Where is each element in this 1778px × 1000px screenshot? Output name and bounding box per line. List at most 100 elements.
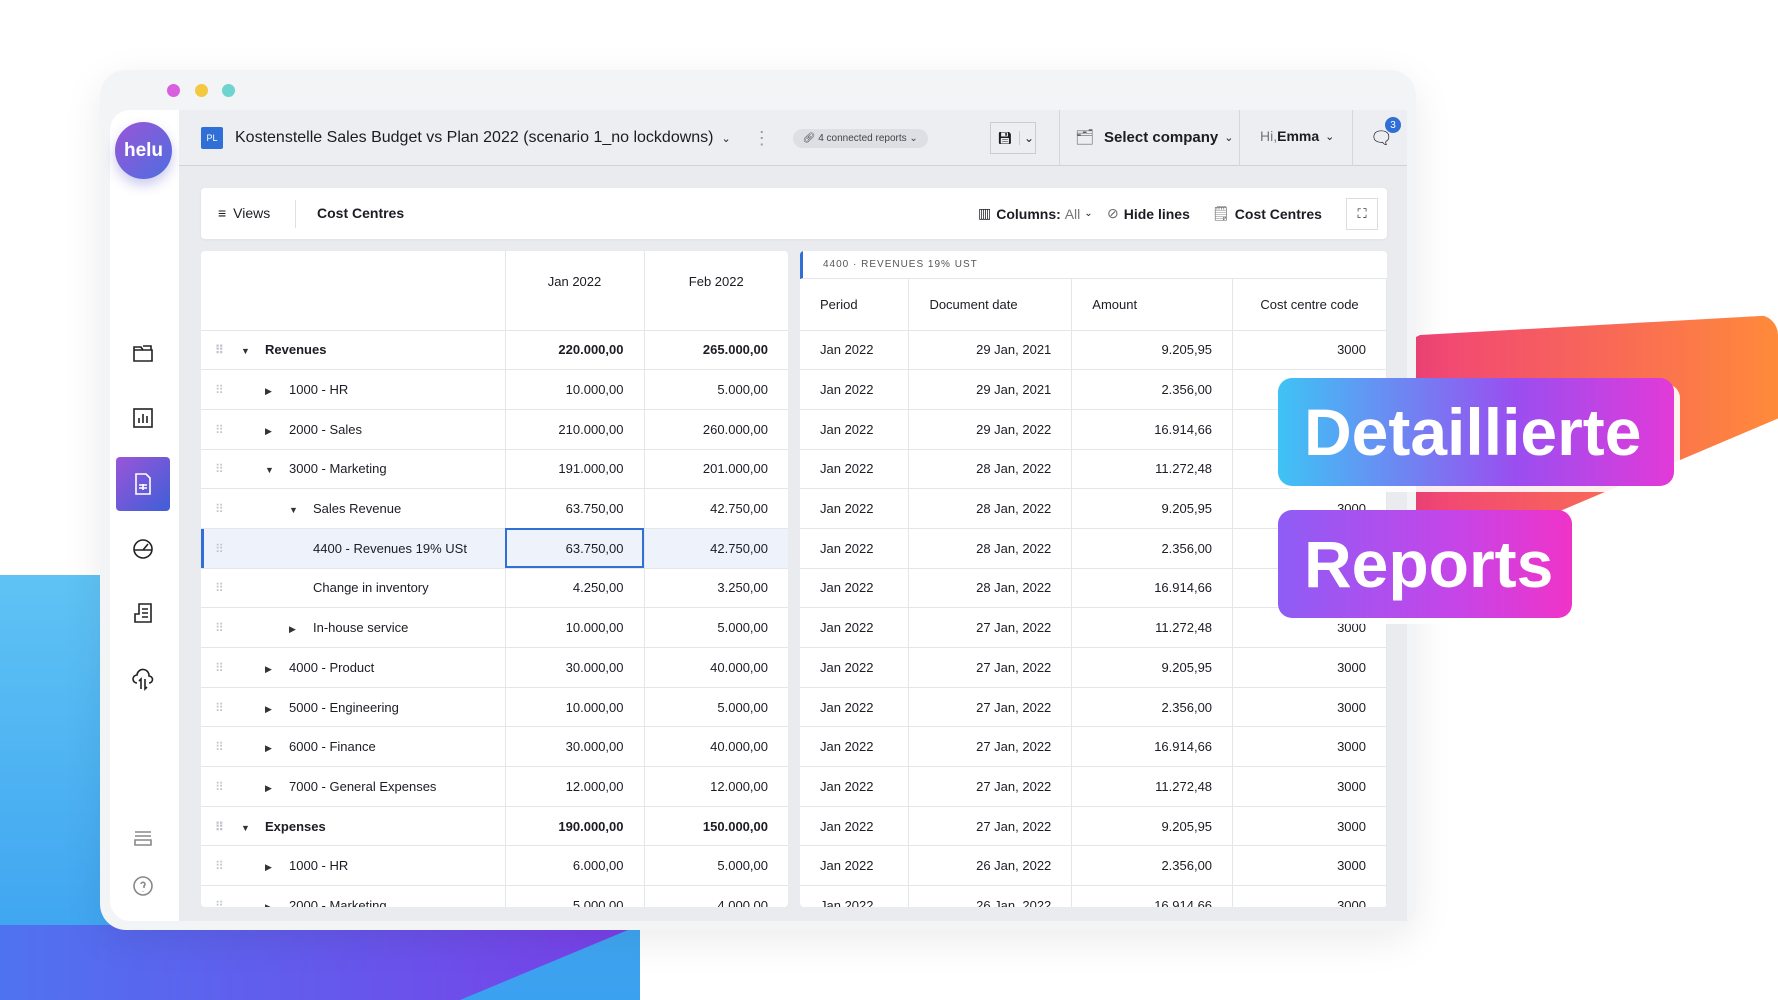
cost-centres-button[interactable]: 🗒︎ Cost Centres [1212, 205, 1322, 222]
caret-down-icon[interactable]: ▼ [241, 346, 255, 356]
cell-jan[interactable]: 12.000,00 [505, 766, 645, 807]
table-row[interactable]: ⠿ ▶ 1000 - HR 6.000,00 5.000,00 [201, 845, 788, 887]
cell-feb[interactable]: 40.000,00 [644, 647, 788, 688]
caret-down-icon[interactable]: ▼ [265, 465, 279, 475]
drag-handle-icon[interactable]: ⠿ [215, 383, 241, 397]
table-row[interactable]: Jan 2022 29 Jan, 2021 9.205,95 3000 [800, 330, 1387, 371]
drag-handle-icon[interactable]: ⠿ [215, 343, 241, 357]
table-row[interactable]: ⠿ ▼ Revenues 220.000,00 265.000,00 [201, 330, 788, 371]
column-header-period[interactable]: Period [800, 279, 910, 331]
column-header-feb[interactable]: Feb 2022 [644, 251, 788, 331]
cell-jan[interactable]: 220.000,00 [505, 330, 645, 371]
cell-feb[interactable]: 201.000,00 [644, 449, 788, 490]
cell-jan[interactable]: 63.750,00 [505, 528, 645, 569]
drag-handle-icon[interactable]: ⠿ [215, 899, 241, 907]
inbox-icon[interactable] [126, 821, 160, 855]
table-row[interactable]: ⠿ ▶ 2000 - Marketing 5.000,00 4.000,00 [201, 885, 788, 907]
cell-jan[interactable]: 191.000,00 [505, 449, 645, 490]
drag-handle-icon[interactable]: ⠿ [215, 502, 241, 516]
table-row[interactable]: Jan 2022 27 Jan, 2022 9.205,95 3000 [800, 806, 1387, 847]
user-menu[interactable]: Hi, Emma ⌄ [1260, 128, 1334, 144]
table-row[interactable]: ⠿ ▶ 1000 - HR 10.000,00 5.000,00 [201, 369, 788, 410]
drag-handle-icon[interactable]: ⠿ [215, 581, 241, 595]
column-header-cost-centre-code[interactable]: Cost centre code [1232, 279, 1387, 331]
cell-jan[interactable]: 30.000,00 [505, 726, 645, 768]
cell-feb[interactable]: 42.750,00 [644, 488, 788, 529]
cell-feb[interactable]: 4.000,00 [644, 885, 788, 907]
window-dot-close[interactable] [167, 84, 180, 97]
select-company-dropdown[interactable]: 🗂︎ Select company ⌄ [1075, 128, 1233, 147]
gauge-icon[interactable] [126, 532, 160, 566]
table-row[interactable]: Jan 2022 27 Jan, 2022 11.272,48 3000 [800, 766, 1387, 807]
caret-down-icon[interactable]: ▼ [241, 823, 255, 833]
table-row[interactable]: ⠿ ▼ Sales Revenue 63.750,00 42.750,00 [201, 488, 788, 529]
cell-jan[interactable]: 63.750,00 [505, 488, 645, 529]
table-row[interactable]: ⠿ ▶ In-house service 10.000,00 5.000,00 [201, 607, 788, 648]
drag-handle-icon[interactable]: ⠿ [215, 740, 241, 754]
cloud-sync-icon[interactable] [126, 662, 160, 696]
cell-feb[interactable]: 5.000,00 [644, 687, 788, 728]
cell-jan[interactable]: 190.000,00 [505, 806, 645, 847]
cell-jan[interactable]: 5.000,00 [505, 885, 645, 907]
drag-handle-icon[interactable]: ⠿ [215, 621, 241, 635]
table-row[interactable]: Jan 2022 27 Jan, 2022 16.914,66 3000 [800, 726, 1387, 768]
cell-jan[interactable]: 10.000,00 [505, 369, 645, 410]
cell-jan[interactable]: 30.000,00 [505, 647, 645, 688]
drag-handle-icon[interactable]: ⠿ [215, 542, 241, 556]
cell-jan[interactable]: 4.250,00 [505, 568, 645, 609]
bar-chart-icon[interactable] [126, 401, 160, 435]
cell-feb[interactable]: 260.000,00 [644, 409, 788, 450]
table-row[interactable]: Jan 2022 27 Jan, 2022 2.356,00 3000 [800, 687, 1387, 728]
caret-right-icon[interactable]: ▶ [265, 426, 279, 437]
hide-lines-button[interactable]: ⊘ Hide lines [1107, 205, 1190, 222]
table-row[interactable]: ⠿ ▶ 7000 - General Expenses 12.000,00 12.000… [201, 766, 788, 807]
tab-cost-centres[interactable]: Cost Centres [317, 205, 404, 221]
report-title[interactable]: Kostenstelle Sales Budget vs Plan 2022 (… [235, 129, 714, 147]
caret-right-icon[interactable]: ▶ [265, 704, 279, 715]
cell-feb[interactable]: 3.250,00 [644, 568, 788, 609]
caret-right-icon[interactable]: ▶ [265, 862, 279, 873]
caret-right-icon[interactable]: ▶ [265, 386, 279, 397]
cell-jan[interactable]: 10.000,00 [505, 687, 645, 728]
drag-handle-icon[interactable]: ⠿ [215, 661, 241, 675]
cell-jan[interactable]: 6.000,00 [505, 845, 645, 887]
drag-handle-icon[interactable]: ⠿ [215, 859, 241, 873]
table-row[interactable]: Jan 2022 27 Jan, 2022 9.205,95 3000 [800, 647, 1387, 688]
drag-handle-icon[interactable]: ⠿ [215, 820, 241, 834]
cell-feb[interactable]: 42.750,00 [644, 528, 788, 569]
connected-reports-button[interactable]: 🔗︎ 4 connected reports ⌄ [792, 128, 928, 148]
window-dot-maximize[interactable] [222, 84, 235, 97]
table-row[interactable]: ⠿ 4400 - Revenues 19% USt 63.750,00 42.750,… [201, 528, 788, 569]
cell-feb[interactable]: 12.000,00 [644, 766, 788, 807]
caret-right-icon[interactable]: ▶ [265, 743, 279, 754]
cell-jan[interactable]: 210.000,00 [505, 409, 645, 450]
column-header-document-date[interactable]: Document date [908, 279, 1073, 331]
table-row[interactable]: ⠿ ▶ 5000 - Engineering 10.000,00 5.000,00 [201, 687, 788, 728]
caret-down-icon[interactable]: ▼ [289, 505, 303, 515]
drag-handle-icon[interactable]: ⠿ [215, 423, 241, 437]
chevron-down-icon[interactable]: ⌄ [722, 132, 731, 145]
clipboard-icon[interactable] [126, 596, 160, 630]
caret-right-icon[interactable]: ▶ [265, 902, 279, 907]
drag-handle-icon[interactable]: ⠿ [215, 462, 241, 476]
cell-feb[interactable]: 5.000,00 [644, 845, 788, 887]
table-row[interactable]: ⠿ ▶ 6000 - Finance 30.000,00 40.000,00 [201, 726, 788, 768]
column-header-amount[interactable]: Amount [1071, 279, 1234, 331]
cell-feb[interactable]: 265.000,00 [644, 330, 788, 371]
table-row[interactable]: ⠿ ▼ 3000 - Marketing 191.000,00 201.000,00 [201, 449, 788, 490]
views-button[interactable]: ≡ Views [218, 205, 270, 221]
table-row[interactable]: ⠿ ▼ Expenses 190.000,00 150.000,00 [201, 806, 788, 847]
cell-feb[interactable]: 5.000,00 [644, 369, 788, 410]
save-button[interactable]: 💾︎ ⌄ [990, 122, 1036, 154]
help-icon[interactable] [126, 869, 160, 903]
more-menu-icon[interactable]: ⋮ [753, 128, 771, 149]
table-row[interactable]: Jan 2022 26 Jan, 2022 2.356,00 3000 [800, 845, 1387, 887]
cell-feb[interactable]: 5.000,00 [644, 607, 788, 648]
table-row[interactable]: ⠿ ▶ 2000 - Sales 210.000,00 260.000,00 [201, 409, 788, 450]
caret-right-icon[interactable]: ▶ [265, 783, 279, 794]
column-header-jan[interactable]: Jan 2022 [505, 251, 645, 331]
cell-feb[interactable]: 40.000,00 [644, 726, 788, 768]
table-row[interactable]: ⠿ Change in inventory 4.250,00 3.250,00 [201, 568, 788, 609]
caret-right-icon[interactable]: ▶ [265, 664, 279, 675]
fullscreen-button[interactable]: ⛶ [1346, 198, 1378, 230]
